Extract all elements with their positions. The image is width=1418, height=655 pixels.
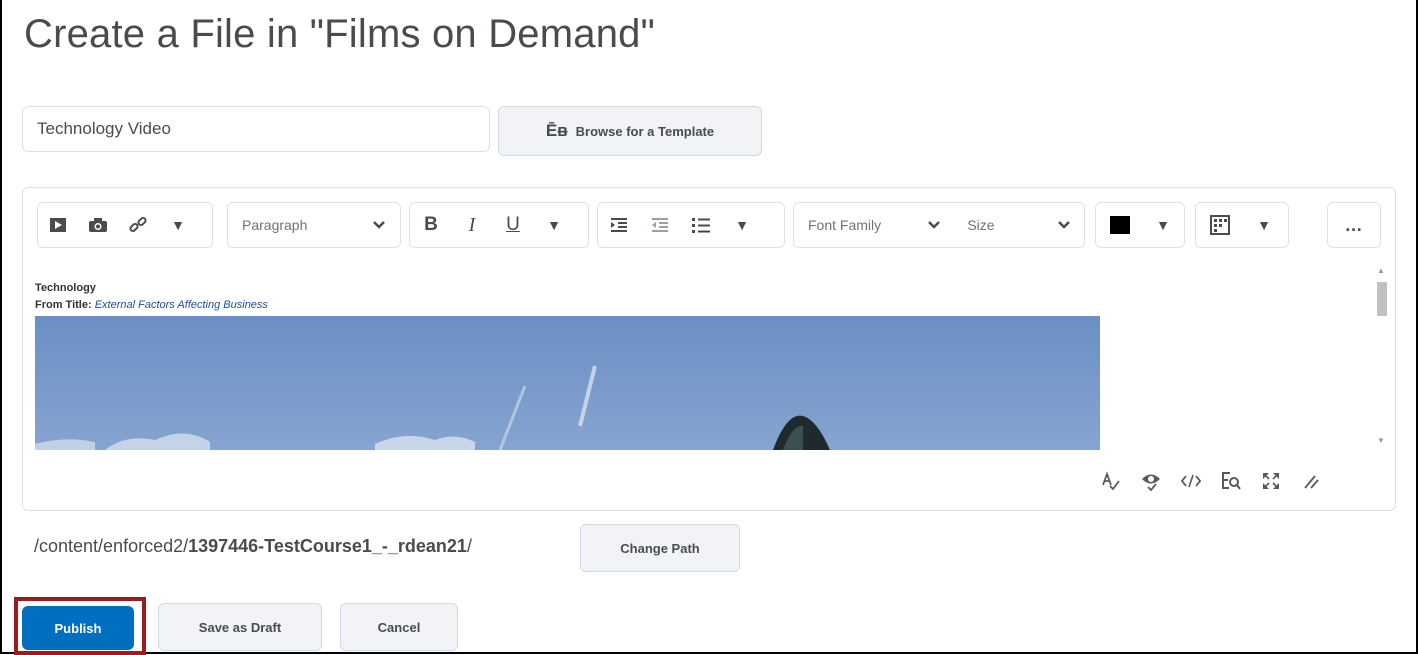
- table-icon: [1210, 215, 1230, 235]
- editor-content[interactable]: Technology From Title: External Factors …: [33, 264, 1369, 450]
- insert-link-icon: [129, 216, 147, 233]
- font-family-select[interactable]: Font Family: [794, 217, 915, 233]
- html-editor: ▼ Paragraph B I U ▼ ▼ Font Family Size ▼…: [22, 187, 1396, 511]
- insert-image-button[interactable]: [78, 203, 118, 247]
- insert-image-icon: [89, 218, 107, 232]
- list-more-dropdown[interactable]: ▼: [722, 203, 762, 247]
- block-format-select[interactable]: Paragraph: [227, 202, 401, 248]
- source-code-icon: [1181, 474, 1201, 488]
- scroll-down-icon[interactable]: ▼: [1377, 436, 1385, 445]
- page-title: Create a File in "Films on Demand": [24, 12, 655, 56]
- spellcheck-icon: [1102, 471, 1120, 491]
- editor-scrollbar[interactable]: ▲ ▼: [1375, 264, 1389, 450]
- change-path-button[interactable]: Change Path: [580, 524, 740, 572]
- preview-icon: [1142, 474, 1160, 491]
- table-toolbar-group: ▼: [1195, 202, 1289, 248]
- file-path: /content/enforced2/1397446-TestCourse1_-…: [34, 536, 472, 557]
- find-replace-icon: [1222, 472, 1241, 490]
- text-color-swatch: [1096, 203, 1144, 247]
- more-icon: …: [1344, 214, 1364, 235]
- underline-button[interactable]: U: [492, 203, 534, 247]
- scroll-thumb[interactable]: [1377, 282, 1387, 316]
- fullscreen-icon: [1263, 473, 1279, 489]
- insert-link-button[interactable]: [118, 203, 158, 247]
- resize-icon: [1304, 475, 1319, 489]
- title-input[interactable]: [22, 106, 490, 152]
- more-actions-button[interactable]: …: [1327, 202, 1381, 248]
- insert-video-button[interactable]: [38, 203, 78, 247]
- caret-down-icon: ▼: [735, 217, 749, 233]
- template-icon: Ēᴃ: [545, 121, 568, 140]
- outdent-button[interactable]: [640, 203, 680, 247]
- source-code-button[interactable]: [1171, 474, 1211, 488]
- insert-table-button[interactable]: [1196, 203, 1244, 247]
- indent-icon: [611, 218, 627, 232]
- table-more-dropdown[interactable]: ▼: [1244, 203, 1284, 247]
- caret-down-icon: ▼: [1257, 217, 1271, 233]
- video-title: Technology: [35, 282, 96, 294]
- resize-handle[interactable]: [1291, 473, 1331, 489]
- block-format-value: Paragraph: [242, 217, 308, 233]
- embedded-video-thumbnail[interactable]: [35, 316, 1100, 450]
- editor-footer-tools: [1091, 466, 1331, 496]
- publish-button[interactable]: Publish: [22, 606, 134, 650]
- indent-button[interactable]: [598, 203, 640, 247]
- bold-button[interactable]: B: [410, 203, 452, 247]
- path-suffix: /: [466, 536, 472, 556]
- path-course: 1397446-TestCourse1_-_rdean21: [188, 536, 467, 556]
- text-color-picker[interactable]: ▼: [1095, 202, 1185, 248]
- path-prefix: /content/enforced2/: [34, 536, 189, 556]
- insert-video-icon: [50, 218, 66, 232]
- cancel-button[interactable]: Cancel: [340, 603, 458, 651]
- fullscreen-button[interactable]: [1251, 472, 1291, 490]
- from-label: From Title:: [35, 299, 92, 311]
- caret-down-icon: ▼: [171, 217, 185, 233]
- insert-more-dropdown[interactable]: ▼: [158, 203, 198, 247]
- caret-down-icon: ▼: [547, 217, 561, 233]
- spellcheck-button[interactable]: [1091, 471, 1131, 491]
- font-toolbar-group: Font Family Size: [793, 202, 1085, 248]
- list-toolbar-group: ▼: [597, 202, 785, 248]
- caret-down-icon: ▼: [1156, 217, 1170, 233]
- font-size-select[interactable]: Size: [953, 217, 1044, 233]
- italic-button[interactable]: I: [452, 203, 492, 247]
- format-toolbar-group: B I U ▼: [409, 202, 589, 248]
- chevron-down-icon: [359, 203, 400, 247]
- chevron-down-icon: [915, 203, 953, 247]
- from-value: External Factors Affecting Business: [94, 299, 268, 311]
- insert-toolbar-group: ▼: [37, 202, 213, 248]
- preview-button[interactable]: [1131, 471, 1171, 491]
- video-source: From Title: External Factors Affecting B…: [35, 299, 268, 311]
- find-replace-button[interactable]: [1211, 471, 1251, 491]
- browse-template-label: Browse for a Template: [575, 123, 715, 139]
- format-more-dropdown[interactable]: ▼: [534, 203, 574, 247]
- chevron-down-icon: [1044, 203, 1084, 247]
- scroll-up-icon[interactable]: ▲: [1377, 266, 1385, 275]
- browse-template-button[interactable]: Ēᴃ Browse for a Template: [498, 106, 762, 156]
- bullet-list-button[interactable]: [680, 203, 722, 247]
- save-draft-button[interactable]: Save as Draft: [158, 603, 322, 651]
- outdent-icon: [652, 218, 668, 232]
- bullet-list-icon: [692, 218, 710, 233]
